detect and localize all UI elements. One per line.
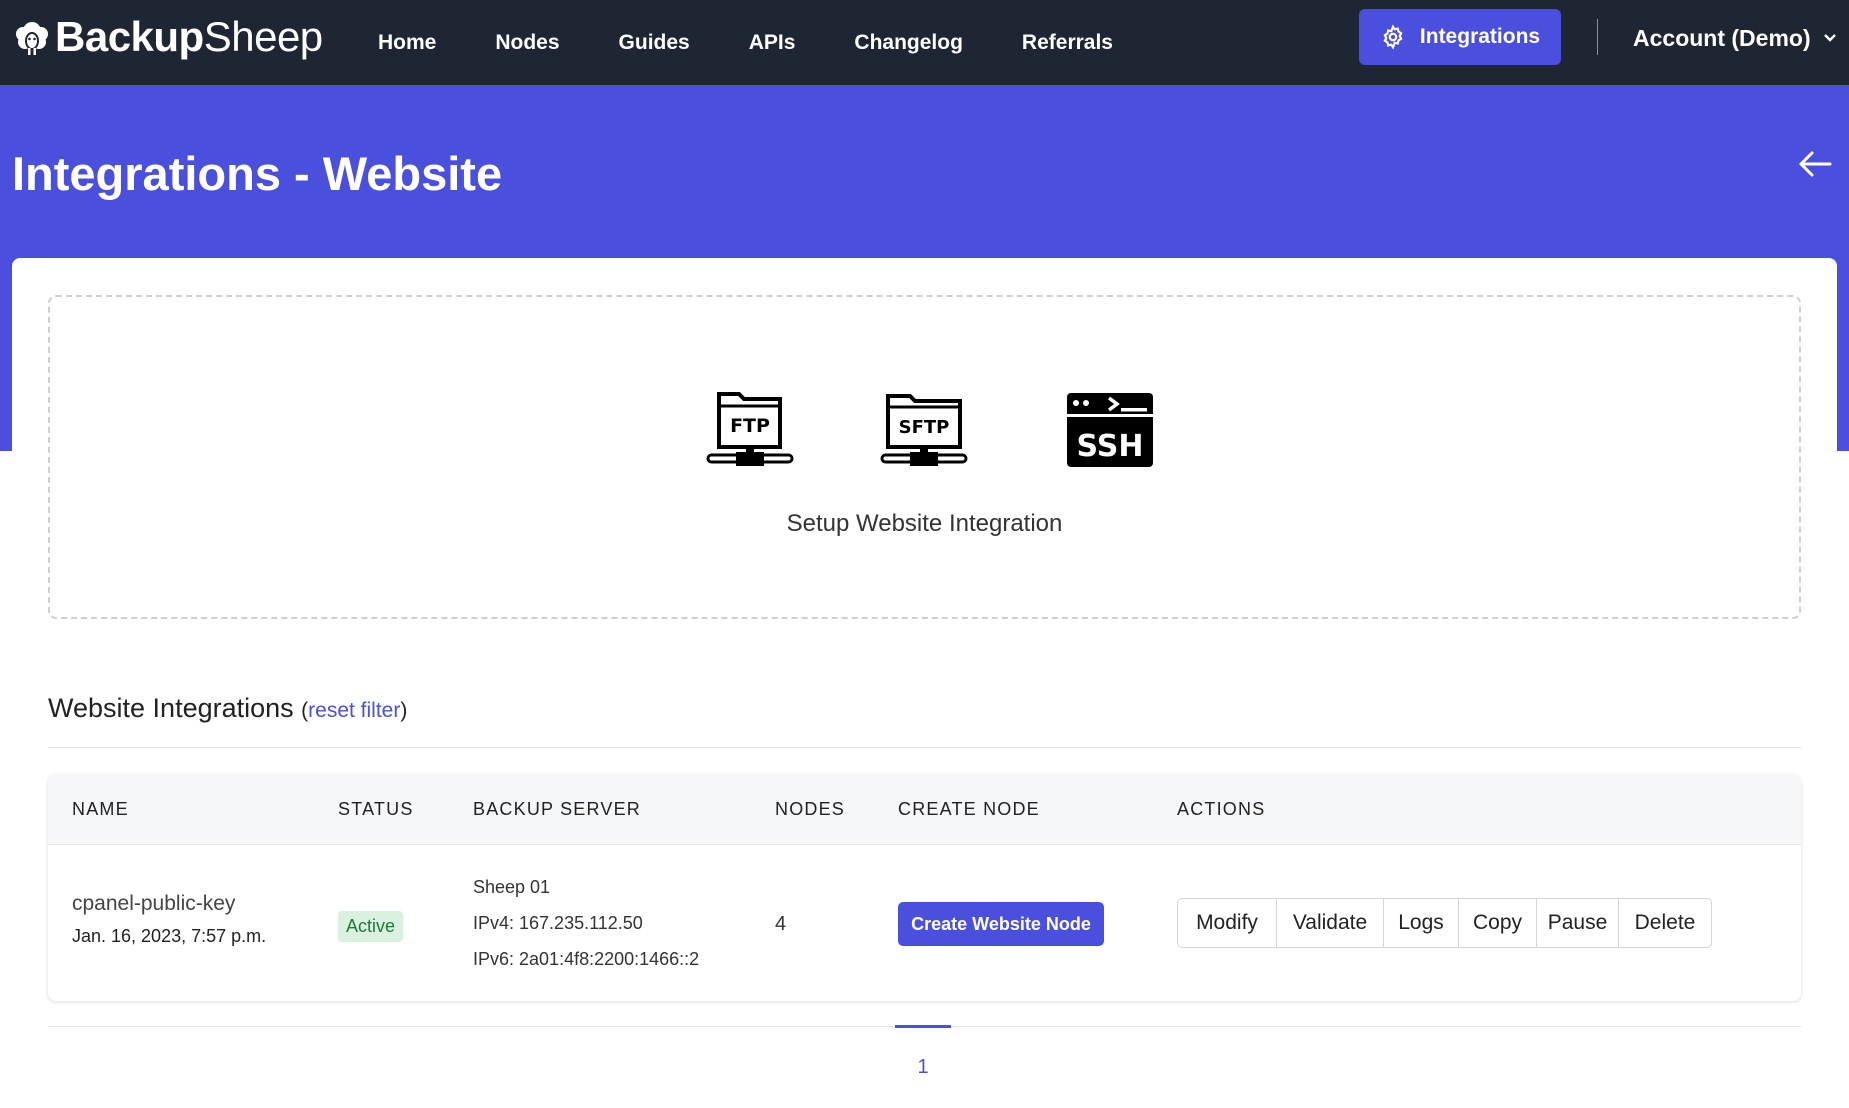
top-navbar: BackupSheep Home Nodes Guides APIs Chang…: [0, 0, 1849, 85]
ssh-icon: SSH: [1067, 393, 1153, 467]
cell-name: cpanel-public-key Jan. 16, 2023, 7:57 p.…: [72, 892, 266, 947]
sheep-icon: [16, 22, 48, 55]
header-nodes: NODES: [775, 799, 846, 819]
header-create-node: CREATE NODE: [898, 799, 1040, 819]
sftp-icon-label: SFTP: [899, 417, 950, 438]
sftp-icon: SFTP: [880, 394, 968, 466]
reset-filter-link[interactable]: reset filter: [308, 699, 400, 722]
nav-nodes[interactable]: Nodes: [495, 31, 559, 55]
integrations-table: NAME STATUS BACKUP SERVER NODES CREATE N…: [48, 775, 1801, 1001]
header-actions: ACTIONS: [1177, 799, 1266, 819]
nodes-count: 4: [775, 913, 787, 935]
cell-actions: Modify Validate Logs Copy Pause Delete: [1177, 898, 1712, 948]
server-ipv4: IPv4: 167.235.112.50: [473, 913, 643, 933]
validate-button[interactable]: Validate: [1277, 899, 1384, 947]
header-name: NAME: [72, 799, 129, 819]
ssh-icon-label: SSH: [1077, 429, 1144, 464]
nav-divider: [1597, 19, 1598, 55]
main-nav: Home Nodes Guides APIs Changelog Referra…: [378, 0, 1172, 85]
gear-icon: [1383, 24, 1403, 50]
cell-backup-server: Sheep 01 IPv4: 167.235.112.50 IPv6: 2a01…: [473, 869, 699, 977]
server-ipv6: IPv6: 2a01:4f8:2200:1466::2: [473, 949, 700, 969]
copy-button[interactable]: Copy: [1459, 899, 1537, 947]
nav-guides[interactable]: Guides: [619, 31, 690, 55]
create-website-node-button[interactable]: Create Website Node: [898, 902, 1104, 946]
cell-status: Active: [338, 911, 404, 942]
setup-label: Setup Website Integration: [786, 510, 1063, 537]
chevron-down-icon: [1823, 34, 1836, 42]
brand-logo[interactable]: BackupSheep: [12, 13, 323, 61]
header-backup-server: BACKUP SERVER: [473, 799, 641, 819]
section-heading: Website Integrations (reset filter): [48, 693, 407, 724]
nav-home[interactable]: Home: [378, 31, 436, 55]
page-title: Integrations - Website: [12, 147, 503, 200]
integrations-button-label: Integrations: [1419, 25, 1541, 48]
pause-button[interactable]: Pause: [1537, 899, 1619, 947]
cell-nodes: 4: [775, 913, 786, 936]
ftp-icon-label: FTP: [730, 415, 770, 437]
delete-button[interactable]: Delete: [1619, 899, 1711, 947]
table-header: NAME STATUS BACKUP SERVER NODES CREATE N…: [48, 775, 1801, 845]
logs-button[interactable]: Logs: [1384, 899, 1459, 947]
brand-name: BackupSheep: [55, 13, 323, 60]
integrations-button[interactable]: Integrations: [1359, 9, 1561, 65]
nav-referrals[interactable]: Referrals: [1022, 31, 1113, 55]
paren-close: ): [400, 699, 408, 722]
ftp-icon: FTP: [706, 392, 794, 466]
actions-button-group: Modify Validate Logs Copy Pause Delete: [1177, 898, 1712, 948]
integration-created: Jan. 16, 2023, 7:57 p.m.: [72, 926, 267, 946]
section-title-text: Website Integrations: [48, 693, 294, 723]
account-menu[interactable]: Account (Demo): [1633, 0, 1837, 76]
section-divider: [48, 747, 1801, 748]
header-status: STATUS: [338, 799, 414, 819]
pagination-active-indicator: [895, 1025, 951, 1028]
pagination-page-1[interactable]: 1: [895, 1056, 951, 1079]
nav-changelog[interactable]: Changelog: [854, 31, 963, 55]
status-badge: Active: [338, 911, 404, 942]
modify-button[interactable]: Modify: [1178, 899, 1277, 947]
server-name: Sheep 01: [473, 877, 551, 897]
account-label: Account (Demo): [1633, 24, 1811, 51]
nav-apis[interactable]: APIs: [749, 31, 796, 55]
back-arrow-icon[interactable]: [1797, 146, 1833, 182]
cell-create-node: Create Website Node: [898, 902, 1104, 946]
integration-name: cpanel-public-key: [72, 892, 236, 915]
